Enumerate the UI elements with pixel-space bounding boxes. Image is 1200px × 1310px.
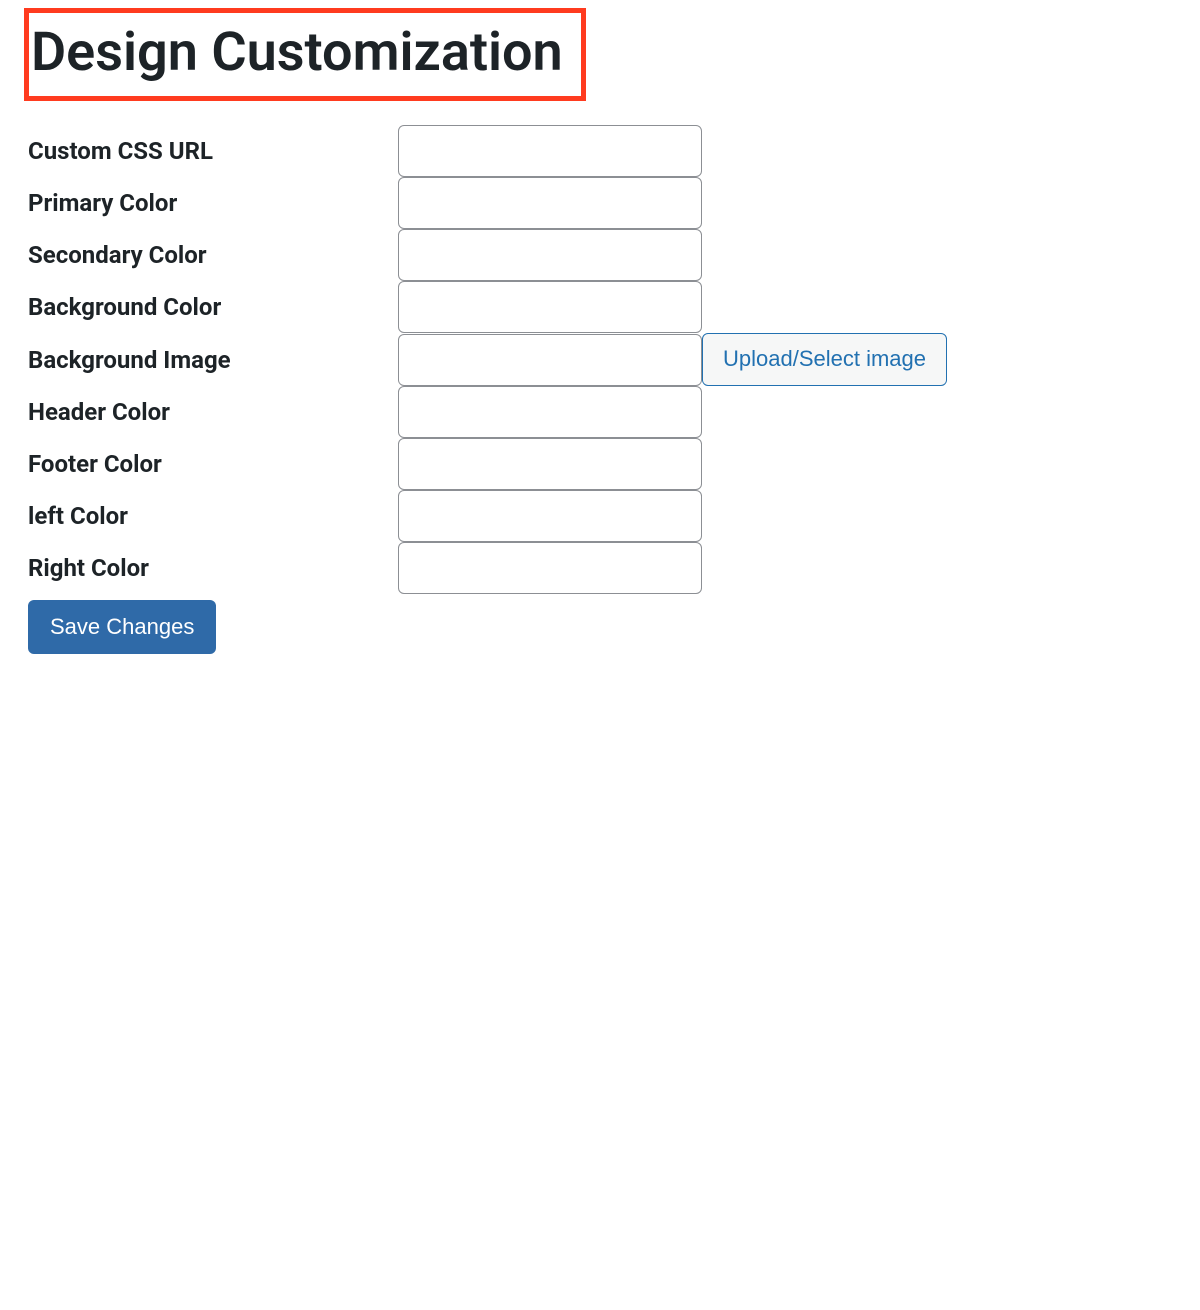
primary-color-input[interactable] [398, 177, 702, 229]
save-changes-button[interactable]: Save Changes [28, 600, 216, 654]
header-color-label: Header Color [28, 398, 170, 426]
secondary-color-input[interactable] [398, 229, 702, 281]
background-color-input[interactable] [398, 281, 702, 333]
upload-image-button[interactable]: Upload/Select image [702, 333, 947, 385]
custom-css-url-label: Custom CSS URL [28, 137, 213, 165]
primary-color-label: Primary Color [28, 189, 177, 217]
custom-css-url-input[interactable] [398, 125, 702, 177]
background-color-label: Background Color [28, 293, 221, 321]
left-color-input[interactable] [398, 490, 702, 542]
background-image-input[interactable] [398, 334, 702, 386]
page-title: Design Customization [24, 8, 586, 101]
secondary-color-label: Secondary Color [28, 241, 207, 269]
right-color-label: Right Color [28, 554, 149, 582]
header-color-input[interactable] [398, 386, 702, 438]
footer-color-input[interactable] [398, 438, 702, 490]
design-form: Custom CSS URL Primary Color Secondary C… [28, 125, 947, 653]
left-color-label: left Color [28, 502, 128, 530]
footer-color-label: Footer Color [28, 450, 162, 478]
background-image-label: Background Image [28, 346, 231, 374]
right-color-input[interactable] [398, 542, 702, 594]
